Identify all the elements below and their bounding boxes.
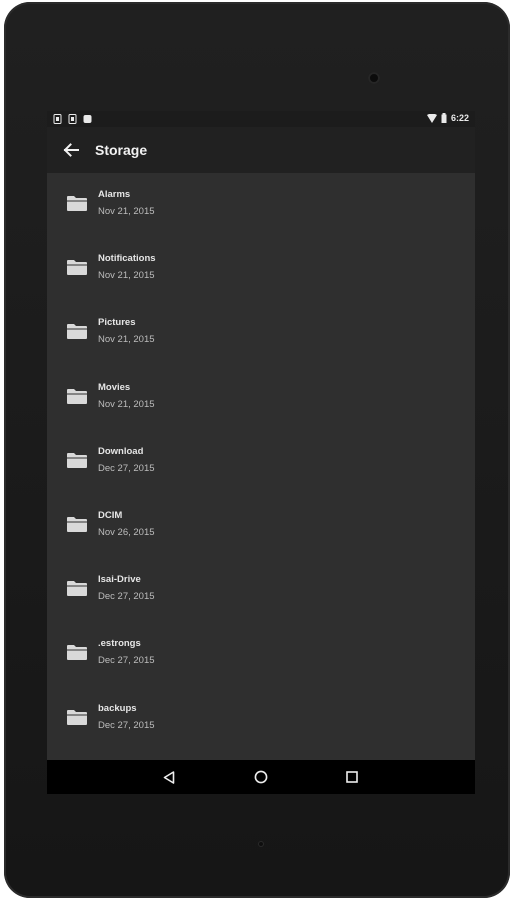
front-camera <box>368 72 380 84</box>
app-bar: Storage <box>47 127 475 173</box>
folder-date: Nov 21, 2015 <box>98 206 155 217</box>
notification-icon <box>68 114 77 124</box>
folder-name: Isai-Drive <box>98 574 141 586</box>
folder-date: Dec 27, 2015 <box>98 655 155 667</box>
nav-back-button[interactable] <box>159 768 179 786</box>
folder-icon <box>67 388 87 404</box>
folder-icon <box>67 581 87 597</box>
list-item[interactable]: .estrongs Dec 27, 2015 <box>47 624 475 688</box>
folder-name: Alarms <box>98 189 131 200</box>
notification-icon <box>53 114 62 124</box>
folder-date: Nov 26, 2015 <box>98 526 155 538</box>
wifi-icon <box>426 113 437 123</box>
nav-recents-button[interactable] <box>342 768 362 786</box>
folder-date: Dec 27, 2015 <box>98 462 155 474</box>
folder-date: Dec 27, 2015 <box>98 719 155 731</box>
light-sensor <box>258 841 264 847</box>
folder-icon <box>67 324 87 340</box>
status-system: 6:22 <box>426 113 469 123</box>
folder-name: Pictures <box>98 317 136 329</box>
screen: 6:22 Storage Alarms Nov 21, 2015 Notific… <box>47 111 475 794</box>
list-item[interactable]: Movies Nov 21, 2015 <box>47 368 475 432</box>
arrow-back-icon <box>63 143 79 157</box>
folder-icon <box>67 709 87 725</box>
folder-name: DCIM <box>98 509 123 521</box>
folder-name: backups <box>98 702 137 714</box>
status-notifications <box>53 114 92 124</box>
folder-name: .estrongs <box>98 638 141 650</box>
folder-date: Nov 21, 2015 <box>98 398 155 410</box>
navigation-bar <box>47 760 475 794</box>
folder-date: Nov 21, 2015 <box>98 334 155 346</box>
list-item[interactable]: backups Dec 27, 2015 <box>47 689 475 753</box>
battery-icon <box>441 113 447 123</box>
folder-name: Download <box>98 445 144 457</box>
home-circle-icon <box>254 770 268 784</box>
clock: 6:22 <box>450 113 469 123</box>
list-item[interactable]: Notifications Nov 21, 2015 <box>47 239 475 303</box>
back-button[interactable] <box>57 136 85 164</box>
list-item[interactable]: Pictures Nov 21, 2015 <box>47 303 475 367</box>
status-bar: 6:22 <box>47 111 475 127</box>
list-item[interactable]: Download Dec 27, 2015 <box>47 432 475 496</box>
back-triangle-icon <box>163 770 175 784</box>
list-item[interactable]: Alarms Nov 21, 2015 <box>47 175 475 239</box>
folder-date: Nov 21, 2015 <box>98 270 155 282</box>
folder-icon <box>67 516 87 532</box>
list-item[interactable]: Isai-Drive Dec 27, 2015 <box>47 560 475 624</box>
list-item[interactable]: DCIM Nov 26, 2015 <box>47 496 475 560</box>
folder-icon <box>67 196 87 211</box>
folder-name: Notifications <box>98 253 156 265</box>
nav-home-button[interactable] <box>251 768 271 786</box>
folder-icon <box>67 260 87 276</box>
folder-icon <box>67 645 87 661</box>
notification-icon <box>83 115 92 123</box>
tablet-device: 6:22 Storage Alarms Nov 21, 2015 Notific… <box>4 2 510 898</box>
folder-date: Dec 27, 2015 <box>98 591 155 603</box>
recents-square-icon <box>346 771 358 783</box>
folder-list: Alarms Nov 21, 2015 Notifications Nov 21… <box>47 175 475 753</box>
folder-name: Movies <box>98 381 131 393</box>
folder-icon <box>67 452 87 468</box>
page-title: Storage <box>95 142 148 158</box>
